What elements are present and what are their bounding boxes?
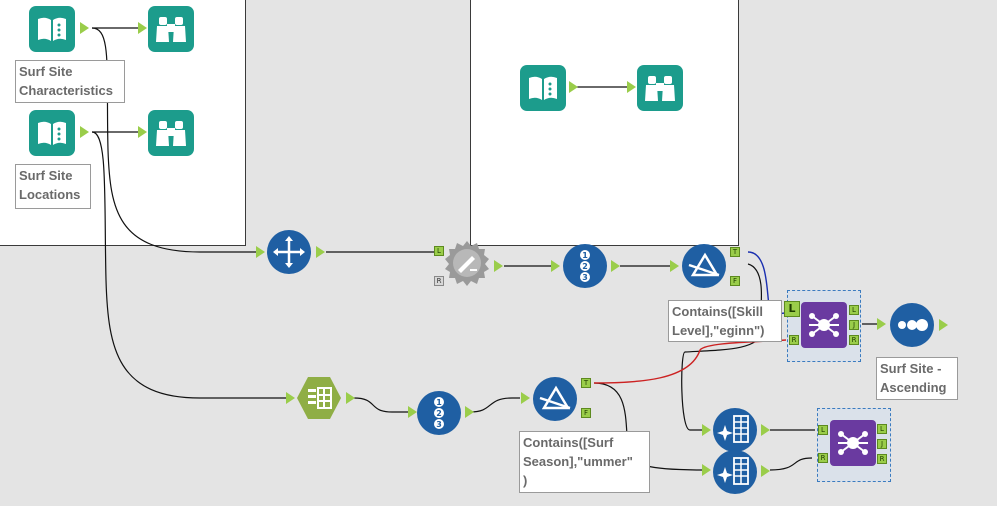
select-input-anchor[interactable] [256, 246, 265, 258]
join-hub-icon [801, 302, 847, 348]
tc-output-anchor[interactable] [346, 392, 355, 404]
svg-text:1: 1 [436, 398, 442, 407]
join1-left-anchor[interactable]: L [434, 246, 444, 256]
sparkle-table-icon [713, 450, 757, 494]
label-filter-season: Contains([Surf Season],"ummer" ) [519, 431, 650, 493]
formula1-output-anchor[interactable] [761, 424, 770, 436]
sort1-input-anchor[interactable] [551, 260, 560, 272]
sort-tool-2[interactable]: 1 2 3 [416, 390, 462, 436]
tc-input-anchor[interactable] [286, 392, 295, 404]
join3-right-anchor[interactable]: R [818, 453, 828, 463]
book-input-icon [520, 65, 566, 111]
input-center-output-anchor[interactable] [569, 81, 578, 93]
svg-text:2: 2 [436, 409, 442, 418]
filter2-true-anchor[interactable]: T [581, 378, 591, 388]
join3-output-join-anchor[interactable]: J [877, 439, 887, 449]
workflow-canvas[interactable]: Surf Site Characteristics Surf Site Loca… [0, 0, 997, 506]
join-hub-icon [830, 420, 876, 466]
wire-sort2-filter2 [469, 397, 520, 413]
filter1-true-anchor[interactable]: T [730, 247, 740, 257]
filter1-input-anchor[interactable] [670, 260, 679, 272]
select-crosshair-icon [267, 230, 311, 274]
filter-triangle-icon [533, 377, 577, 421]
label-surf-site-locations: Surf Site Locations [15, 164, 91, 209]
join1-output-anchor[interactable] [494, 260, 503, 272]
numbered-sort-icon: 1 2 3 [563, 244, 607, 288]
wire-tc-sort2 [353, 397, 410, 413]
filter-triangle-icon [682, 244, 726, 288]
output-tool-ascending[interactable] [889, 302, 935, 348]
wire-input2-texttocolumns [91, 131, 288, 399]
formula1-input-anchor[interactable] [702, 424, 711, 436]
output-output-anchor[interactable] [939, 319, 948, 331]
input-tool-locations[interactable] [29, 110, 75, 156]
join2-output-left-anchor[interactable]: L [849, 305, 859, 315]
binoculars-icon [148, 110, 194, 156]
filter-tool-skill[interactable] [681, 243, 727, 289]
formula2-output-anchor[interactable] [761, 465, 770, 477]
filter2-input-anchor[interactable] [521, 392, 530, 404]
formula-tool-1[interactable] [712, 407, 758, 453]
filter-tool-season[interactable] [532, 376, 578, 422]
join2-output-right-anchor[interactable]: R [849, 335, 859, 345]
browse3-input-anchor[interactable] [627, 81, 636, 93]
table-columns-icon [297, 377, 341, 419]
browse1-input-anchor[interactable] [138, 22, 147, 34]
disabled-join-tool[interactable] [444, 240, 490, 286]
join3-output-left-anchor[interactable]: L [877, 424, 887, 434]
join3-output-right-anchor[interactable]: R [877, 454, 887, 464]
formula2-input-anchor[interactable] [702, 464, 711, 476]
wire-filter2-true-join2 [593, 339, 787, 384]
browse-tool-3[interactable] [637, 65, 683, 111]
ellipsis-output-icon [890, 303, 934, 347]
browse-tool-1[interactable] [148, 6, 194, 52]
select-tool[interactable] [266, 229, 312, 275]
label-filter-skill: Contains([Skill Level],"eginn") [668, 300, 782, 342]
output-input-anchor[interactable] [877, 318, 886, 330]
sort1-output-anchor[interactable] [611, 260, 620, 272]
sort2-output-anchor[interactable] [465, 406, 474, 418]
join-tool-3[interactable] [830, 420, 876, 466]
input-locations-output-anchor[interactable] [80, 126, 89, 138]
text-to-columns-tool[interactable] [296, 375, 342, 421]
filter1-false-anchor[interactable]: F [730, 276, 740, 286]
join2-right-anchor[interactable]: R [789, 335, 799, 345]
browse-tool-2[interactable] [148, 110, 194, 156]
numbered-sort-icon: 1 2 3 [417, 391, 461, 435]
svg-text:3: 3 [582, 273, 588, 282]
browse2-input-anchor[interactable] [138, 126, 147, 138]
gear-pen-icon [445, 241, 489, 286]
join3-left-anchor[interactable]: L [818, 425, 828, 435]
sparkle-table-icon [713, 408, 757, 452]
binoculars-icon [637, 65, 683, 111]
input-characteristics-output-anchor[interactable] [80, 22, 89, 34]
binoculars-icon [148, 6, 194, 52]
svg-text:3: 3 [436, 420, 442, 429]
join-tool-2[interactable] [801, 302, 847, 348]
input-tool-center[interactable] [520, 65, 566, 111]
join2-output-join-anchor[interactable]: J [849, 320, 859, 330]
sort-tool-1[interactable]: 1 2 3 [562, 243, 608, 289]
svg-text:2: 2 [582, 262, 588, 271]
input-tool-characteristics[interactable] [29, 6, 75, 52]
wire-formula2-join3 [769, 457, 813, 471]
join1-right-anchor[interactable]: R [434, 276, 444, 286]
select-output-anchor[interactable] [316, 246, 325, 258]
formula-tool-2[interactable] [712, 449, 758, 495]
svg-text:1: 1 [582, 251, 588, 260]
label-output-ascending: Surf Site - Ascending [876, 357, 958, 400]
join2-left-anchor[interactable]: L [784, 301, 800, 317]
filter2-false-anchor[interactable]: F [581, 408, 591, 418]
book-input-icon [29, 110, 75, 156]
book-input-icon [29, 6, 75, 52]
label-surf-site-characteristics: Surf Site Characteristics [15, 60, 125, 103]
